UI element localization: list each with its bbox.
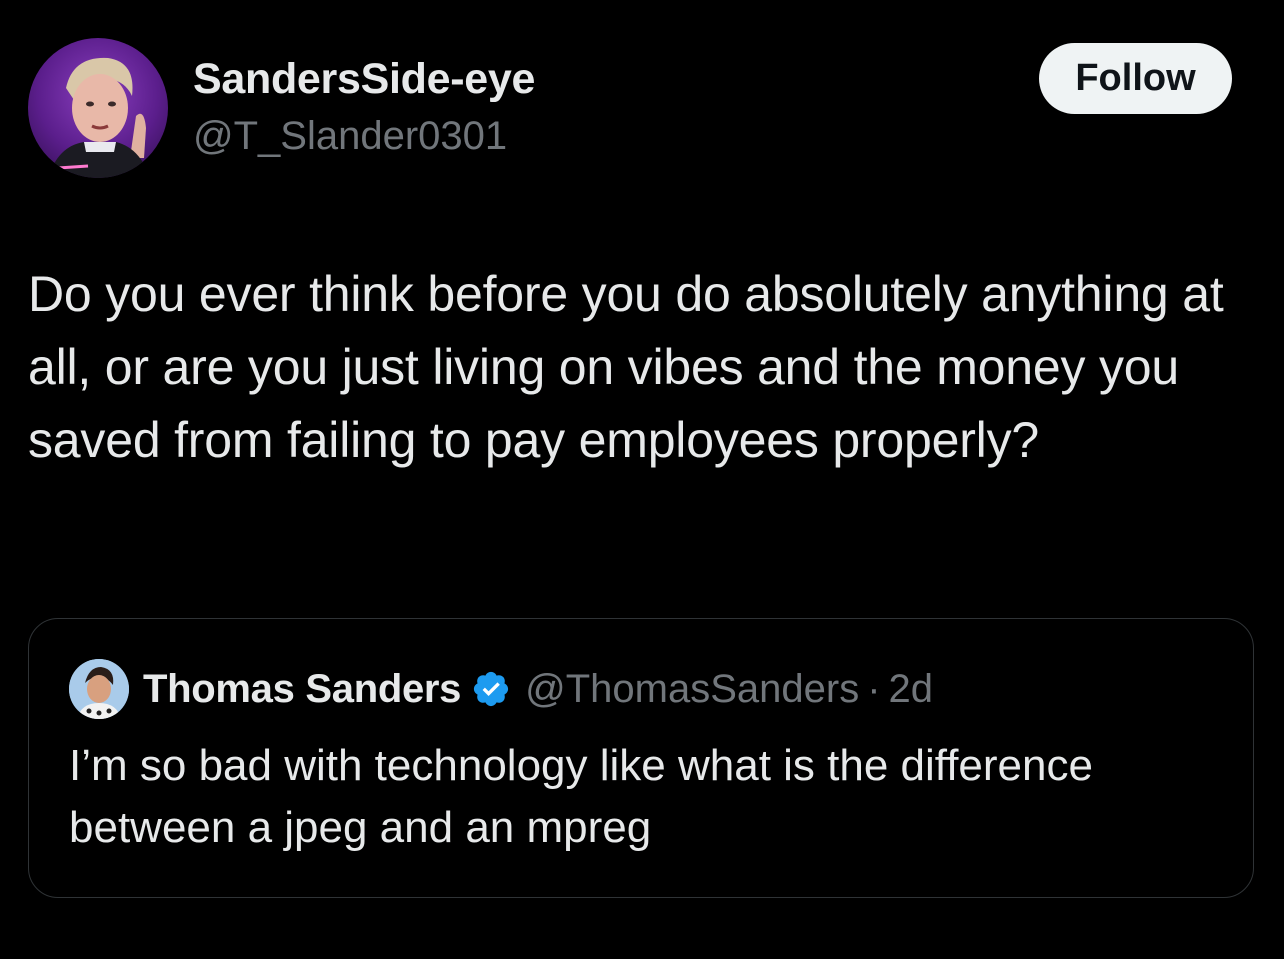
separator-dot: · [867,666,881,711]
profile-avatar-icon [48,57,150,178]
author-info: SandersSide-eye @T_Slander0301 [193,54,535,162]
quoted-tweet-header: Thomas Sanders @ThomasSanders · 2d [69,659,933,719]
quoted-author-name[interactable]: Thomas Sanders [143,667,461,712]
follow-button[interactable]: Follow [1039,43,1232,114]
quoted-avatar-icon [69,659,129,719]
tweet-text: Do you ever think before you do absolute… [28,266,1224,468]
quoted-author-avatar[interactable] [69,659,129,719]
quoted-tweet[interactable]: Thomas Sanders @ThomasSanders · 2d I’m s… [28,618,1254,898]
quoted-tweet-text: I’m so bad with technology like what is … [69,741,1093,852]
quoted-tweet-time[interactable]: 2d [889,667,934,712]
author-avatar[interactable] [28,38,168,178]
quoted-author-handle[interactable]: @ThomasSanders [525,667,859,712]
author-display-name[interactable]: SandersSide-eye [193,54,535,104]
verified-badge-icon [471,669,511,709]
author-handle[interactable]: @T_Slander0301 [193,110,535,162]
tweet: SandersSide-eye @T_Slander0301 Follow Do… [0,0,1284,959]
